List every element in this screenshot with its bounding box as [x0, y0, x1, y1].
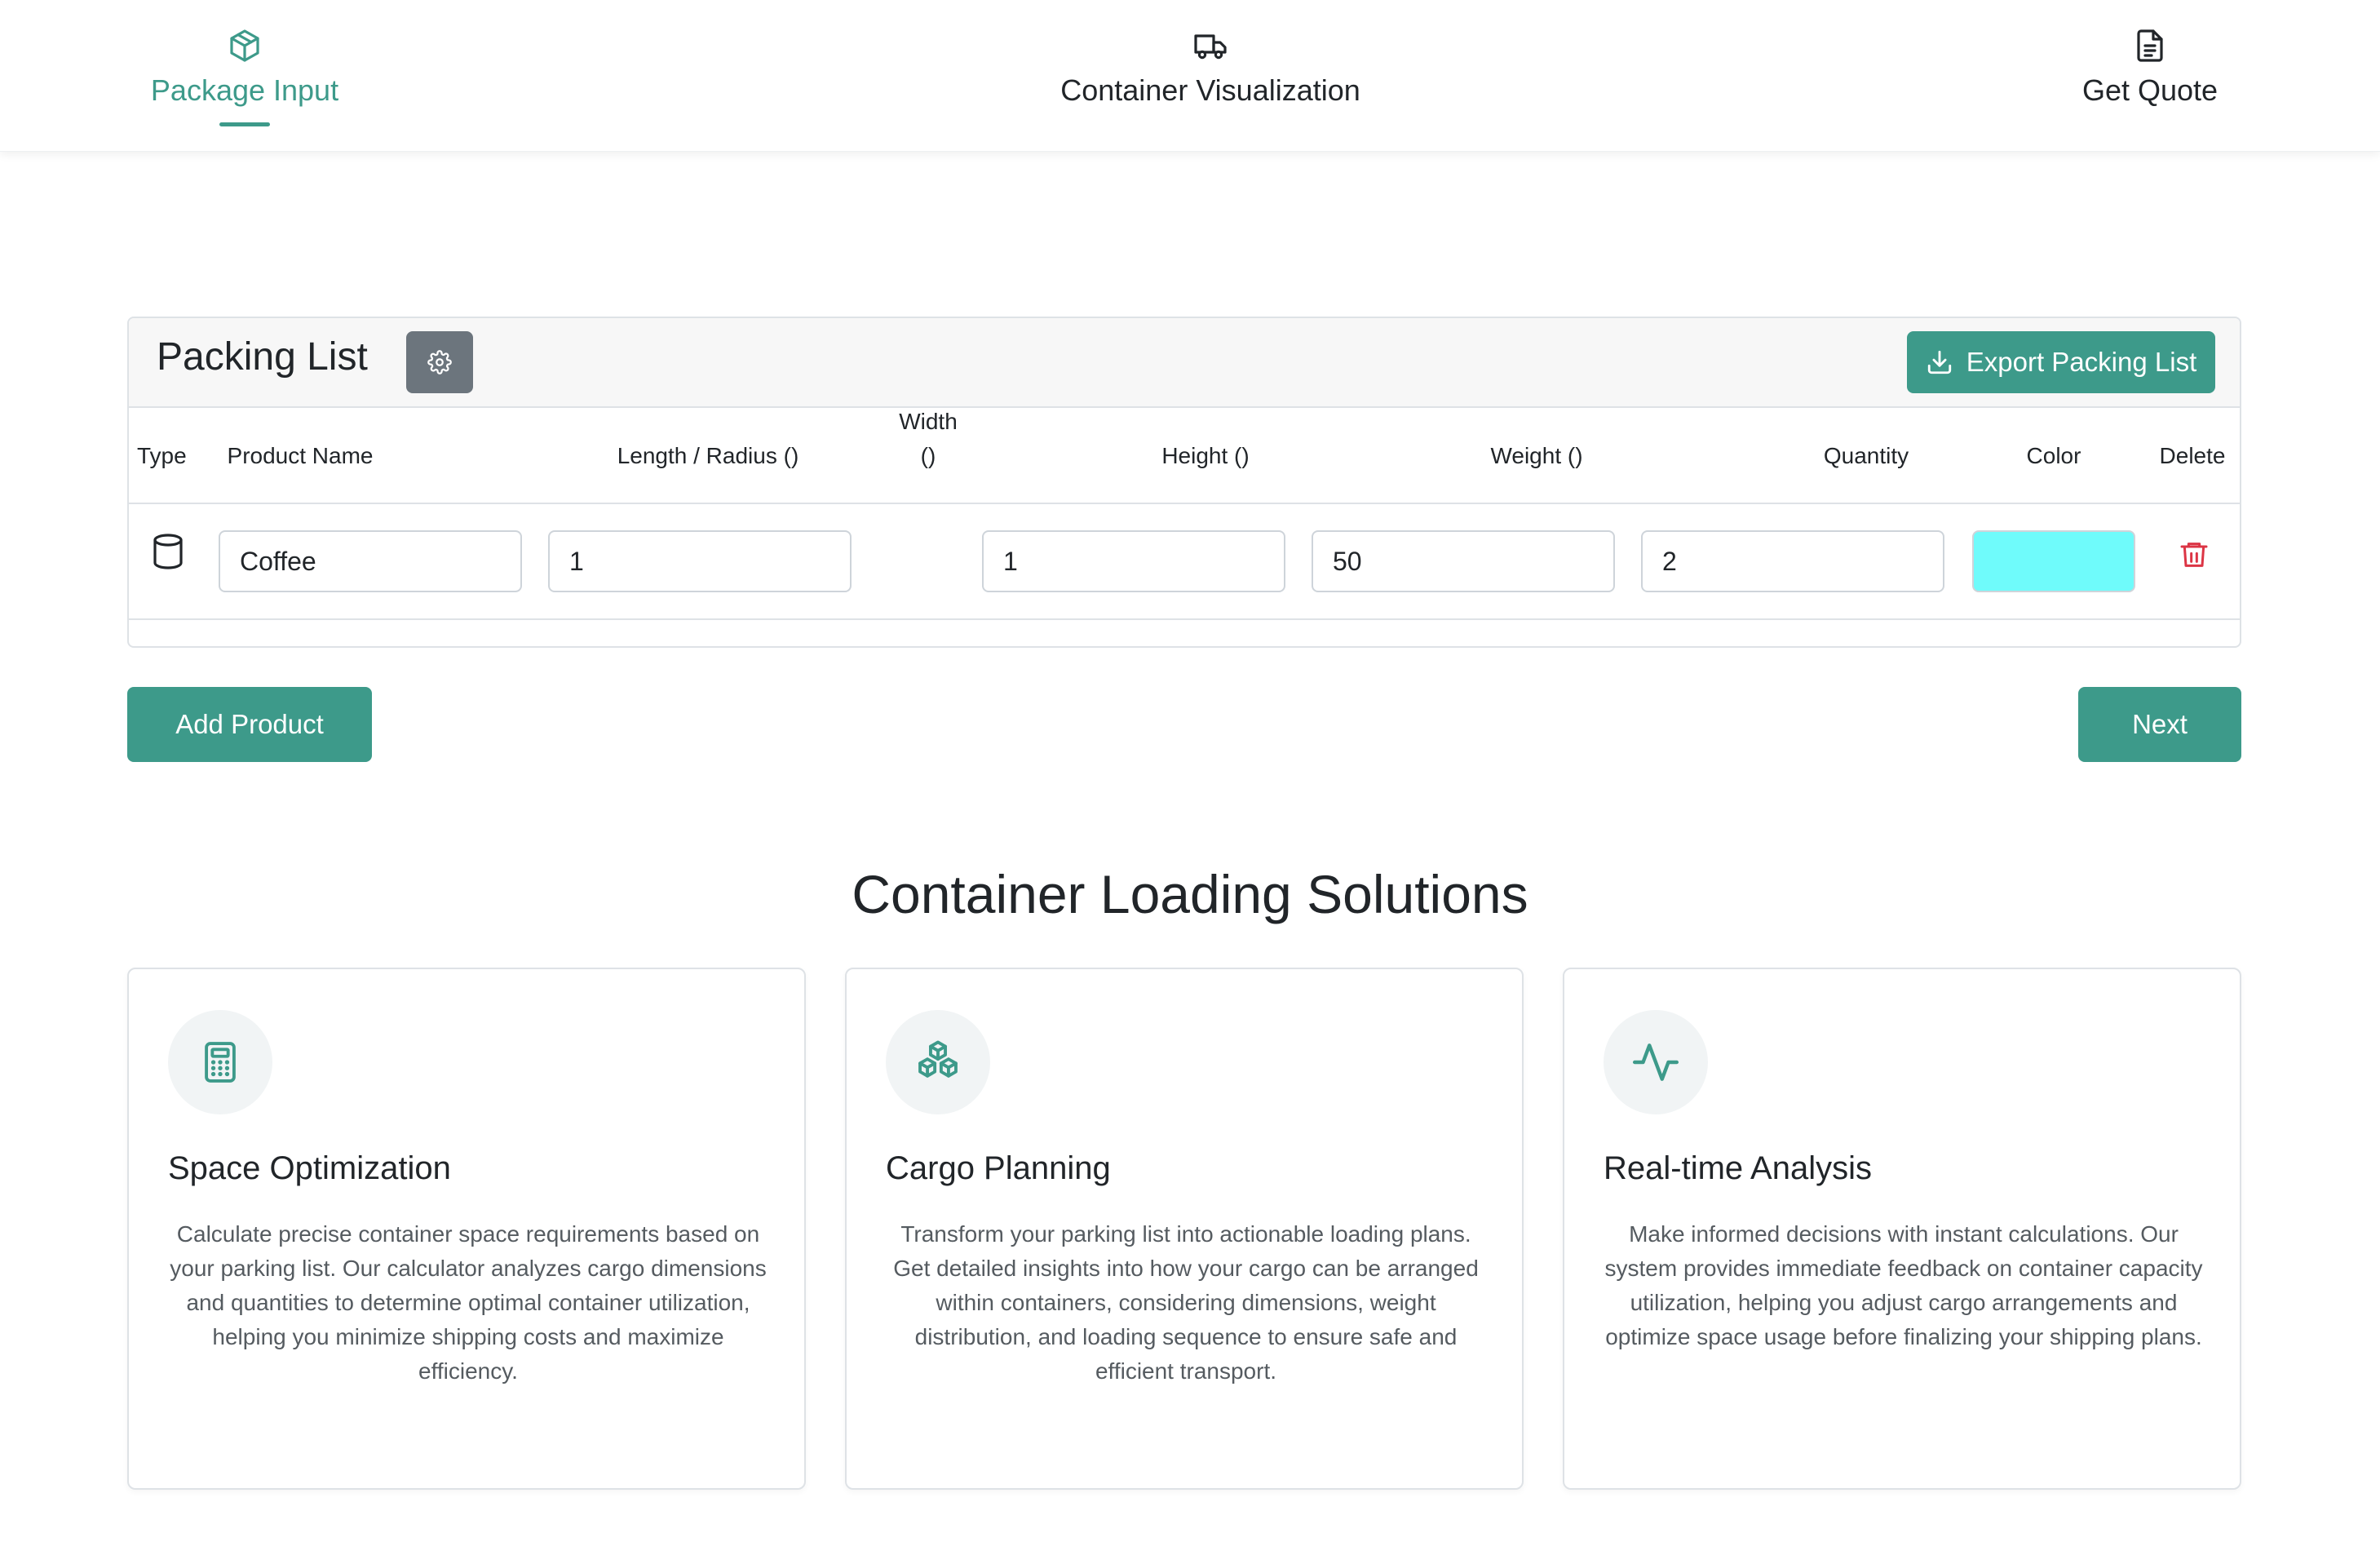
calculator-icon	[197, 1039, 244, 1086]
product-name-input[interactable]	[219, 530, 522, 592]
section-title: Container Loading Solutions	[852, 864, 1528, 924]
length-input[interactable]	[548, 530, 852, 592]
feature-card-space-optimization: Space Optimization Calculate precise con…	[127, 968, 806, 1490]
color-picker[interactable]	[1972, 530, 2135, 592]
truck-icon	[1191, 26, 1230, 65]
col-product-name: Product Name	[227, 443, 374, 468]
packing-list-card: Packing List Export Packing List Type Pr…	[127, 317, 2241, 648]
tab-label: Get Quote	[2081, 73, 2219, 107]
top-nav: Package Input Container Visualization Ge…	[0, 0, 2380, 152]
col-height: Height ()	[1161, 443, 1250, 468]
col-color: Color	[2026, 443, 2081, 468]
feature-title: Cargo Planning	[886, 1150, 1111, 1186]
col-width-line1: Width	[899, 409, 958, 434]
gear-icon	[427, 350, 452, 374]
package-icon	[225, 26, 264, 65]
feature-card-cargo-planning: Cargo Planning Transform your parking li…	[845, 968, 1524, 1490]
feature-card-real-time-analysis: Real-time Analysis Make informed decisio…	[1563, 968, 2241, 1490]
col-length: Length / Radius ()	[617, 443, 799, 468]
feature-title: Space Optimization	[168, 1150, 451, 1186]
export-packing-list-button[interactable]: Export Packing List	[1907, 331, 2215, 393]
height-input[interactable]	[982, 530, 1285, 592]
col-type: Type	[137, 443, 187, 468]
packing-list-title: Packing List	[157, 335, 368, 379]
col-quantity: Quantity	[1823, 443, 1909, 468]
feature-icon-wrap	[1604, 1010, 1708, 1114]
next-button[interactable]: Next	[2078, 687, 2241, 762]
tab-package-input[interactable]: Package Input	[150, 26, 339, 140]
boxes-icon	[913, 1037, 963, 1088]
tab-container-visualization[interactable]: Container Visualization	[1052, 26, 1369, 140]
feature-description: Transform your parking list into actiona…	[893, 1221, 1479, 1384]
col-delete: Delete	[2159, 443, 2226, 468]
tab-label: Container Visualization	[1060, 73, 1360, 107]
weight-input[interactable]	[1312, 530, 1615, 592]
feature-description: Make informed decisions with instant cal…	[1604, 1221, 2203, 1349]
trash-icon[interactable]	[2178, 538, 2210, 571]
feature-icon-wrap	[168, 1010, 272, 1114]
col-weight: Weight ()	[1490, 443, 1583, 468]
export-label: Export Packing List	[1966, 347, 2197, 377]
settings-button[interactable]	[406, 331, 473, 393]
cylinder-icon[interactable]	[148, 532, 188, 571]
col-width-line2: ()	[920, 443, 936, 468]
add-product-button[interactable]: Add Product	[127, 687, 372, 762]
document-icon	[2130, 26, 2170, 65]
header-divider	[129, 503, 2240, 504]
activity-icon	[1630, 1037, 1681, 1088]
feature-description: Calculate precise container space requir…	[170, 1221, 767, 1384]
tab-label: Package Input	[150, 73, 339, 107]
download-icon	[1926, 348, 1953, 376]
row-divider	[129, 618, 2240, 620]
feature-title: Real-time Analysis	[1604, 1150, 1873, 1186]
packing-list-header: Packing List Export Packing List	[129, 318, 2240, 408]
tab-get-quote[interactable]: Get Quote	[2072, 26, 2228, 140]
quantity-input[interactable]	[1641, 530, 1944, 592]
active-tab-indicator	[219, 122, 270, 126]
feature-icon-wrap	[886, 1010, 990, 1114]
